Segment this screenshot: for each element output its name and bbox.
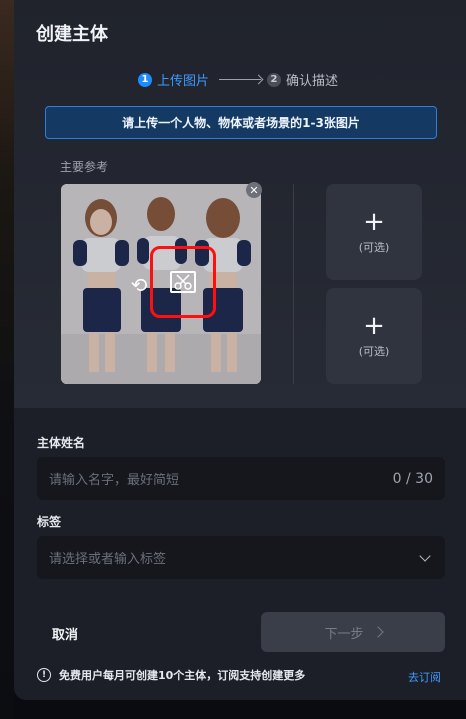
stepper: 1 上传图片 2 确认描述 [138,70,338,89]
next-step-button[interactable]: 下一步 [261,612,445,652]
footer-text: 免费用户每月可创建10个主体，订阅支持创建更多 [59,669,306,682]
cancel-button[interactable]: 取消 [52,624,78,643]
name-placeholder: 请输入名字，最好简短 [49,473,180,488]
tags-placeholder: 请选择或者输入标签 [49,552,167,567]
slot-label: (可选) [358,345,390,358]
tags-field-label: 标签 [37,515,62,529]
upload-slot-2[interactable]: + (可选) [326,288,422,384]
chevron-down-icon [419,549,431,562]
arrow-right-icon [219,79,262,80]
step-label: 上传图片 [157,74,210,89]
subscribe-link[interactable]: 去订阅 [408,669,441,685]
next-step-label: 下一步 [324,626,364,642]
char-counter: 0 / 30 [392,470,433,487]
swap-icon[interactable]: ⟲ [126,272,152,298]
name-field-label: 主体姓名 [37,436,86,450]
scissors-icon [174,274,192,290]
step-number: 1 [138,72,152,87]
step-upload: 1 上传图片 [138,70,209,89]
reference-label: 主要参考 [60,160,109,174]
close-icon[interactable]: ✕ [246,182,262,198]
name-input[interactable]: 请输入名字，最好简短 0 / 30 [37,457,445,500]
footer-info: ! 免费用户每月可创建10个主体，订阅支持创建更多 [37,667,305,683]
upload-slot-1[interactable]: + (可选) [326,184,422,280]
info-icon: ! [37,668,51,682]
dialog-title: 创建主体 [36,24,108,45]
create-subject-dialog: 创建主体 1 上传图片 2 确认描述 请上传一个人物、物体或者场景的1-3张图片… [14,0,466,700]
step-label: 确认描述 [286,74,339,89]
plus-icon: + [363,311,385,341]
crop-icon [170,271,196,293]
step-number: 2 [267,72,282,87]
plus-icon: + [363,207,385,237]
step-confirm: 2 确认描述 [267,70,338,89]
background-strip [0,0,14,719]
chevron-right-icon [371,626,384,638]
slot-label: (可选) [358,241,390,254]
divider [293,184,294,384]
crop-button[interactable] [150,246,216,318]
upload-hint-banner: 请上传一个人物、物体或者场景的1-3张图片 [45,106,437,139]
tags-select[interactable]: 请选择或者输入标签 [37,536,445,579]
